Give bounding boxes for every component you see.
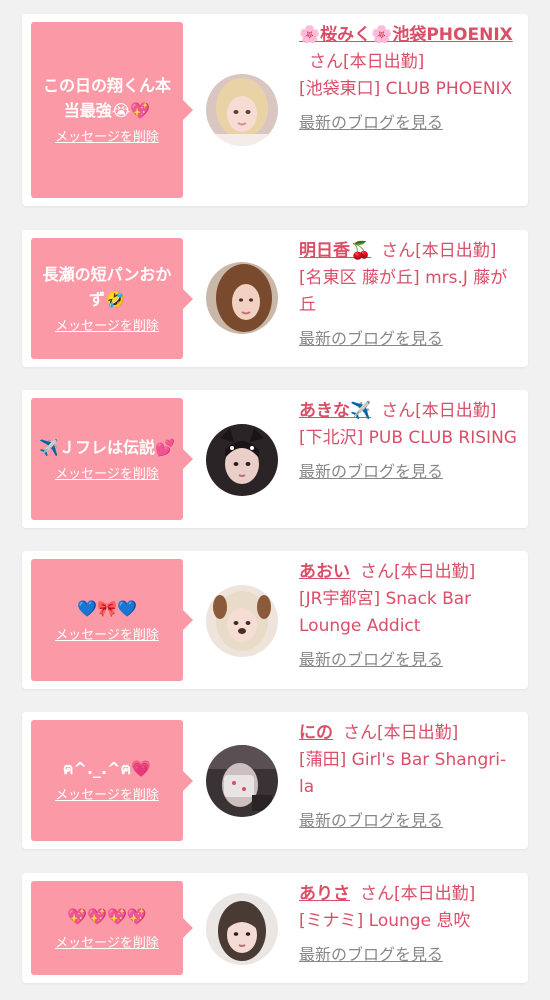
- blog-link[interactable]: 最新のブログを見る: [299, 109, 520, 136]
- cast-status: さん[本日出勤]: [343, 723, 459, 743]
- blog-link[interactable]: 最新のブログを見る: [299, 807, 520, 834]
- girl-portrait-bangs-icon: [206, 893, 278, 965]
- delete-message-link[interactable]: メッセージを削除: [55, 787, 159, 805]
- delete-message-link[interactable]: メッセージを削除: [55, 935, 159, 953]
- list-item: ✈️Ｊフレは伝説💕 メッセージを削除 あきな✈️ さん[本日出勤] [下北沢] P…: [22, 390, 528, 528]
- avatar[interactable]: [206, 745, 278, 817]
- blog-link[interactable]: 最新のブログを見る: [299, 646, 520, 673]
- cast-name-link[interactable]: ありさ: [299, 884, 350, 904]
- delete-message-link[interactable]: メッセージを削除: [55, 627, 159, 645]
- cast-name-link[interactable]: 🌸桜みく🌸池袋PHOENIX: [299, 25, 513, 45]
- message-text: ฅ^._.^ฅ💗: [62, 759, 152, 778]
- cast-info: 明日香🍒 さん[本日出勤] [名東区 藤が丘] mrs.J 藤が丘 最新のブログを…: [299, 238, 520, 352]
- woman-portrait-brown-hair-icon: [206, 262, 278, 334]
- girl-portrait-dog-filter-icon: [206, 585, 278, 657]
- shop-name: [ミナミ] Lounge 息吹: [299, 911, 471, 931]
- message-text: 💖💖💖💖: [67, 906, 147, 926]
- cast-name-link[interactable]: あきな✈️: [299, 401, 371, 421]
- shop-name: [JR宇都宮] Snack Bar Lounge Addict: [299, 589, 472, 636]
- list-item: 💖💖💖💖 メッセージを削除 ありさ さん[本日出勤] [ミナミ] Lounge 息…: [22, 873, 528, 983]
- girl-portrait-blonde-icon: [206, 74, 278, 146]
- cast-info: 🌸桜みく🌸池袋PHOENIX さん[本日出勤] [池袋東口] CLUB PHOEN…: [299, 22, 520, 136]
- message-text: この日の翔くん本当最強😭💖: [42, 76, 171, 120]
- message-text: 💙🎀💙: [77, 598, 137, 618]
- girl-portrait-cat-ears-icon: [206, 424, 278, 496]
- message-bubble: 💖💖💖💖 メッセージを削除: [31, 881, 193, 975]
- cast-name-link[interactable]: にの: [299, 723, 333, 743]
- delete-message-link[interactable]: メッセージを削除: [55, 466, 159, 484]
- list-item: 💙🎀💙 メッセージを削除 あおい さん[本日出勤] [JR宇都宮] Snack B…: [22, 551, 528, 689]
- delete-message-link[interactable]: メッセージを削除: [55, 129, 159, 147]
- blog-link[interactable]: 最新のブログを見る: [299, 325, 520, 352]
- shop-name: [名東区 藤が丘] mrs.J 藤が丘: [299, 268, 508, 315]
- cast-info: あきな✈️ さん[本日出勤] [下北沢] PUB CLUB RISING 最新のブ…: [299, 398, 520, 485]
- list-item: この日の翔くん本当最強😭💖 メッセージを削除 🌸桜みく🌸池袋PHOENIX さん[…: [22, 14, 528, 206]
- cast-status: さん[本日出勤]: [360, 562, 476, 582]
- avatar[interactable]: [206, 893, 278, 965]
- cast-info: ありさ さん[本日出勤] [ミナミ] Lounge 息吹 最新のブログを見る: [299, 881, 520, 968]
- shop-name: [蒲田] Girl's Bar Shangri-la: [299, 750, 507, 797]
- cast-name-link[interactable]: あおい: [299, 562, 350, 582]
- message-text: 長瀬の短パンおかず🤣: [42, 264, 172, 309]
- message-bubble: ✈️Ｊフレは伝説💕 メッセージを削除: [31, 398, 193, 520]
- avatar[interactable]: [206, 262, 278, 334]
- avatar[interactable]: [206, 585, 278, 657]
- shop-name: [池袋東口] CLUB PHOENIX: [299, 79, 513, 99]
- cast-name-link[interactable]: 明日香🍒: [299, 241, 371, 261]
- message-bubble: この日の翔くん本当最強😭💖 メッセージを削除: [31, 22, 193, 198]
- cast-status: さん[本日出勤]: [309, 52, 425, 72]
- list-item: ฅ^._.^ฅ💗 メッセージを削除 にの さん[本日出勤] [蒲田] Girl's…: [22, 712, 528, 849]
- blog-link[interactable]: 最新のブログを見る: [299, 941, 520, 968]
- cast-status: さん[本日出勤]: [381, 241, 497, 261]
- message-bubble: 💙🎀💙 メッセージを削除: [31, 559, 193, 681]
- cast-status: さん[本日出勤]: [360, 884, 476, 904]
- shop-name: [下北沢] PUB CLUB RISING: [299, 428, 517, 448]
- delete-message-link[interactable]: メッセージを削除: [55, 318, 159, 336]
- message-bubble: ฅ^._.^ฅ💗 メッセージを削除: [31, 720, 193, 841]
- cast-info: にの さん[本日出勤] [蒲田] Girl's Bar Shangri-la 最新…: [299, 720, 520, 834]
- blog-link[interactable]: 最新のブログを見る: [299, 458, 520, 485]
- message-text: ✈️Ｊフレは伝説💕: [39, 437, 175, 457]
- cast-info: あおい さん[本日出勤] [JR宇都宮] Snack Bar Lounge Add…: [299, 559, 520, 673]
- cast-status: さん[本日出勤]: [381, 401, 497, 421]
- message-list: この日の翔くん本当最強😭💖 メッセージを削除 🌸桜みく🌸池袋PHOENIX さん[…: [0, 0, 550, 1000]
- message-bubble: 長瀬の短パンおかず🤣 メッセージを削除: [31, 238, 193, 359]
- avatar[interactable]: [206, 424, 278, 496]
- avatar[interactable]: [206, 74, 278, 146]
- list-item: 長瀬の短パンおかず🤣 メッセージを削除 明日香🍒 さん[本日出勤] [名東区 藤が…: [22, 230, 528, 367]
- girl-portrait-dark-mask-icon: [206, 745, 278, 817]
